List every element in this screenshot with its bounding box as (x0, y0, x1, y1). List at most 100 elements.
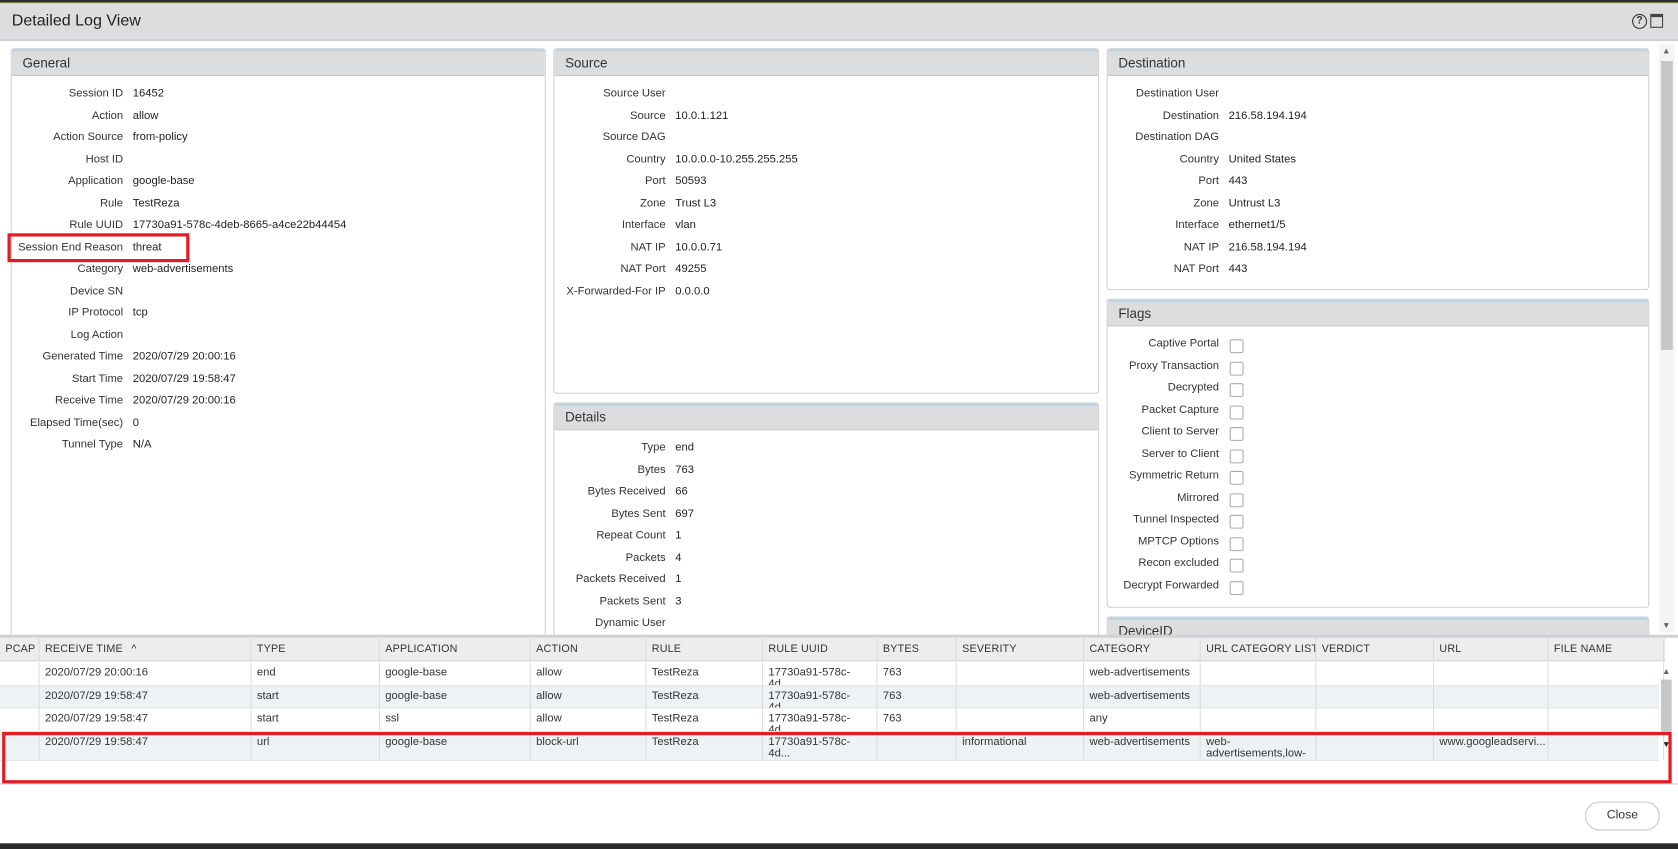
field-row: Action allow (12, 103, 545, 125)
field-value: N/A (132, 437, 152, 451)
field-label: Server to Client (1141, 446, 1219, 460)
column-header[interactable]: RULE UUID (763, 637, 878, 661)
column-header[interactable]: URL (1434, 637, 1549, 661)
table-cell: 2020/07/29 19:58:47 (40, 685, 252, 708)
table-row[interactable]: 2020/07/29 20:00:16 end google-base allow Te… (0, 662, 1665, 686)
table-cell (1549, 662, 1665, 685)
field-label: Source User (603, 86, 666, 100)
column-header[interactable]: TYPE (251, 637, 380, 661)
field-value: 2020/07/29 20:00:16 (132, 349, 236, 363)
field-label: Rule (99, 196, 124, 210)
table-cell: TestReza (646, 685, 764, 708)
scroll-up-icon[interactable]: ▲ (1662, 46, 1670, 56)
field-value: 443 (1228, 262, 1248, 276)
table-cell (1434, 662, 1549, 685)
field-row: Tunnel Type N/A (12, 432, 545, 454)
field-row: Start Time 2020/07/29 19:58:47 (12, 367, 545, 389)
column-label: URL (1439, 643, 1462, 655)
field-row: Decrypted (1108, 376, 1648, 398)
close-button[interactable]: Close (1584, 801, 1660, 831)
field-label: Client to Server (1141, 424, 1219, 438)
column-label: ACTION (536, 643, 578, 655)
detailed-log-view-dialog: Detailed Log View ? General Session ID 16… (0, 2, 1678, 844)
table-cell: TestReza (646, 708, 764, 731)
maximize-icon[interactable] (1650, 13, 1664, 28)
flag-checkbox[interactable] (1229, 427, 1244, 441)
field-row: Bytes Sent 697 (554, 501, 1098, 523)
scrollbar-thumb[interactable] (1660, 679, 1672, 734)
field-label: Repeat Count (596, 528, 666, 542)
table-cell (0, 708, 40, 731)
scroll-up-icon[interactable]: ▲ (1662, 667, 1670, 677)
field-label: Destination DAG (1135, 130, 1219, 144)
field-label: Application (68, 174, 124, 188)
column-header[interactable]: RULE (646, 637, 764, 661)
field-row: Zone Trust L3 (554, 191, 1098, 213)
flag-checkbox[interactable] (1229, 361, 1244, 376)
table-cell (1316, 708, 1435, 731)
column-header[interactable]: APPLICATION (380, 637, 531, 661)
field-label: Packets (625, 550, 666, 564)
field-label: Port (645, 174, 666, 188)
flag-checkbox[interactable] (1229, 558, 1244, 573)
destination-panel: Destination Destination User Destination 2… (1106, 48, 1650, 291)
field-label: NAT IP (630, 240, 666, 254)
scrollbar-thumb[interactable] (1660, 61, 1673, 350)
field-row: Port 443 (1108, 169, 1648, 191)
field-value: 10.0.1.121 (675, 108, 729, 122)
table-cell (1434, 685, 1549, 708)
column-header[interactable]: PCAP (0, 637, 40, 661)
flag-checkbox[interactable] (1229, 339, 1244, 354)
field-value: 1 (675, 528, 682, 542)
column-header[interactable]: ACTION (531, 637, 647, 661)
scroll-down-icon[interactable]: ▼ (1662, 621, 1670, 631)
table-cell (957, 708, 1085, 731)
flag-checkbox[interactable] (1229, 492, 1244, 507)
help-icon[interactable]: ? (1632, 13, 1648, 29)
column-header[interactable]: URL CATEGORY LIST (1201, 637, 1317, 661)
field-value: allow (132, 108, 159, 122)
field-label: Elapsed Time(sec) (30, 415, 124, 429)
field-value: 2020/07/29 19:58:47 (132, 371, 236, 385)
table-cell (0, 662, 40, 685)
details-panel: Details Type end Bytes 763 Bytes Received 66 B… (553, 402, 1100, 649)
flag-checkbox[interactable] (1229, 580, 1244, 595)
column-header[interactable]: RECEIVE TIME ^ (40, 637, 252, 661)
flag-checkbox[interactable] (1229, 405, 1244, 419)
column-header[interactable]: CATEGORY (1084, 637, 1201, 661)
field-value: 3 (675, 594, 682, 608)
field-row: Action Source from-policy (12, 125, 545, 147)
field-value: 2020/07/29 20:00:16 (132, 393, 236, 407)
flag-checkbox[interactable] (1229, 470, 1244, 485)
column-header[interactable]: BYTES (878, 637, 957, 661)
flag-checkbox[interactable] (1229, 383, 1244, 398)
field-label: Session ID (68, 86, 124, 100)
sort-ascending-icon: ^ (131, 643, 137, 655)
column-header[interactable]: VERDICT (1316, 637, 1435, 661)
field-label: Action (91, 108, 124, 122)
table-row[interactable]: 2020/07/29 19:58:47 start google-base allow… (0, 685, 1665, 709)
flag-checkbox[interactable] (1229, 536, 1244, 551)
table-cell (957, 662, 1085, 685)
field-value: 49255 (675, 262, 707, 276)
flag-checkbox[interactable] (1229, 448, 1244, 463)
field-row: Host ID (12, 147, 545, 169)
table-cell (1316, 685, 1435, 708)
log-table: PCAP RECEIVE TIME ^ TYPE APPLICATION ACTION RU… (0, 634, 1678, 785)
field-value: Trust L3 (675, 196, 717, 210)
table-row[interactable]: 2020/07/29 19:58:47 start ssl allow TestReza… (0, 708, 1665, 733)
column-header[interactable]: SEVERITY (957, 637, 1085, 661)
field-row: NAT IP 10.0.0.71 (554, 235, 1098, 257)
field-value: 0.0.0.0 (675, 284, 710, 297)
details-scrollbar[interactable]: ▲ ▼ (1658, 43, 1675, 633)
field-label: Country (1179, 152, 1219, 166)
flag-checkbox[interactable] (1229, 514, 1244, 529)
field-row: Recon excluded (1108, 551, 1648, 573)
column-header[interactable]: FILE NAME (1549, 637, 1665, 661)
field-label: Log Action (70, 328, 124, 341)
field-value: 16452 (132, 86, 164, 100)
source-panel: Source Source User Source 10.0.1.121 Source… (553, 48, 1100, 394)
table-cell: start (251, 708, 380, 731)
field-row: Repeat Count 1 (554, 523, 1098, 545)
panel-header: Flags (1107, 299, 1649, 327)
